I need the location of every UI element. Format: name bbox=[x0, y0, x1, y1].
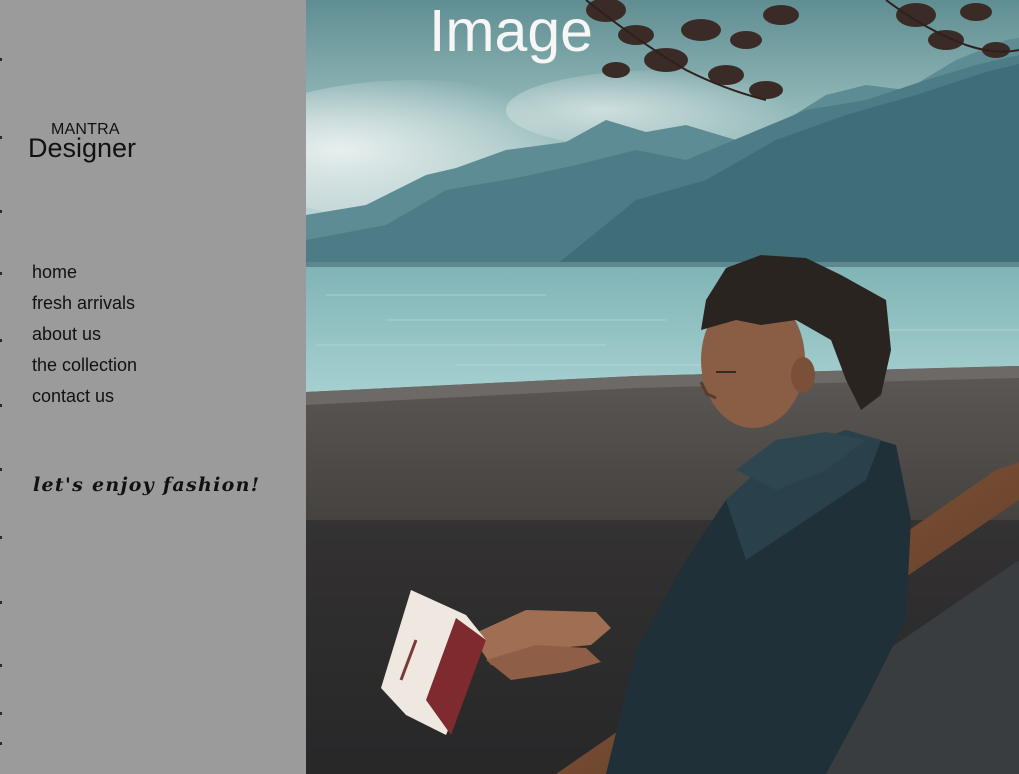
sidebar-edge-marks bbox=[0, 0, 2, 774]
main-nav: home fresh arrivals about us the collect… bbox=[32, 261, 137, 416]
nav-item-fresh-arrivals[interactable]: fresh arrivals bbox=[32, 292, 137, 323]
hero-photo bbox=[306, 0, 1019, 774]
nav-item-the-collection[interactable]: the collection bbox=[32, 354, 137, 385]
sidebar: MANTRA Designer home fresh arrivals abou… bbox=[0, 0, 306, 774]
nav-item-home[interactable]: home bbox=[32, 261, 137, 292]
hero-title: Image bbox=[429, 0, 593, 64]
hero-section: Image bbox=[306, 0, 1019, 774]
brand-large-text: Designer bbox=[28, 133, 137, 163]
tagline: let's enjoy fashion! bbox=[33, 474, 261, 496]
nav-item-contact-us[interactable]: contact us bbox=[32, 385, 137, 416]
nav-item-about-us[interactable]: about us bbox=[32, 323, 137, 354]
page: MANTRA Designer home fresh arrivals abou… bbox=[0, 0, 1019, 774]
